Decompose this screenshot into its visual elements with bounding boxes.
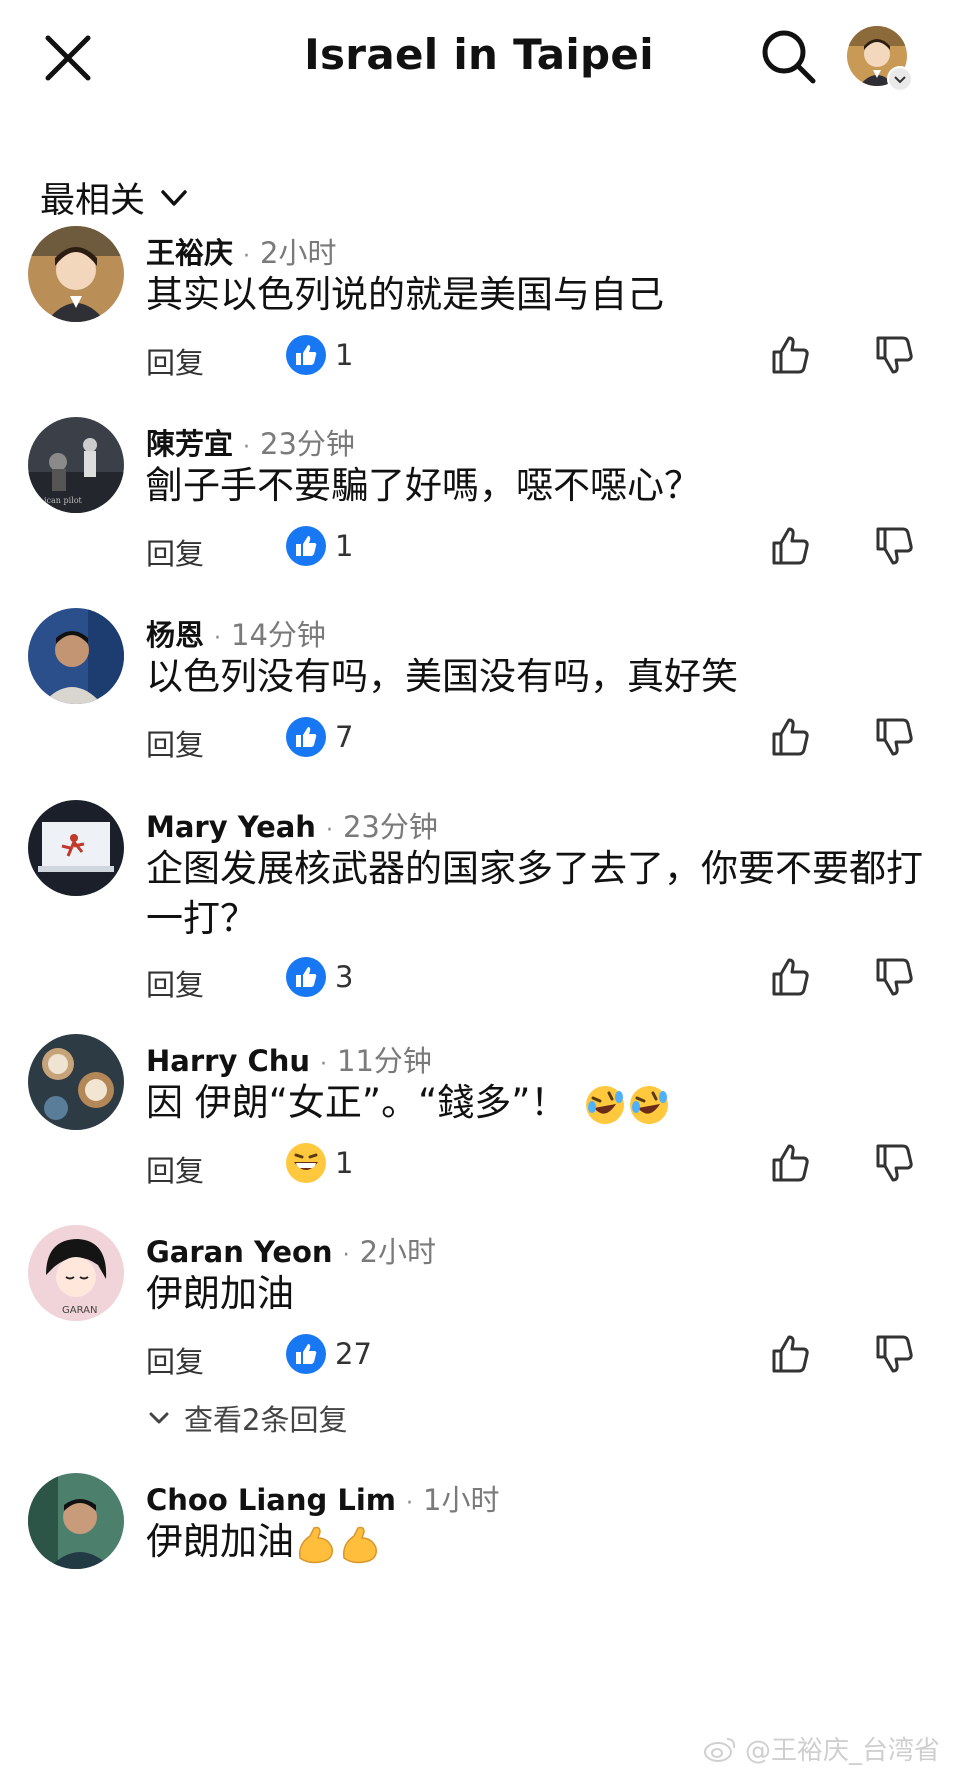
like-reaction-icon [286,717,326,757]
like-reaction-icon [286,335,326,375]
reaction-summary[interactable]: 7 [285,716,353,758]
comment-time: 14分钟 [231,618,326,652]
thumbs-down-icon[interactable] [870,1329,920,1379]
top-bar: Israel in Taipei [0,0,958,120]
thumbs-down-icon[interactable] [870,1138,920,1188]
avatar[interactable] [28,1034,124,1130]
like-reaction-icon [286,957,326,997]
thumbs-up-icon[interactable] [766,521,816,571]
thumbs-up-icon[interactable] [766,1329,816,1379]
comment-text: 其实以色列说的就是美国与自己 [146,273,664,316]
avatar[interactable] [28,226,124,322]
thumbs-up-icon[interactable] [766,330,816,380]
comment-actions: 回复 1 [0,525,958,577]
reaction-count: 7 [335,720,354,754]
reaction-summary[interactable]: 1 [285,525,353,567]
comment-text: 伊朗加油 [146,1272,294,1315]
comment-header: 王裕庆 · 2小时 [146,230,336,272]
laughing-emoji-icon [586,1085,625,1124]
comment-header: 杨恩 · 14分钟 [146,612,326,654]
flexed-biceps-icon [298,1526,333,1563]
comment-author[interactable]: 王裕庆 [146,230,233,272]
comment-author[interactable]: 陳芳宜 [146,421,233,463]
reaction-count: 1 [335,338,354,372]
sort-label: 最相关 [40,181,146,221]
avatar[interactable] [28,1473,124,1569]
comment-actions: 回复 7 [0,716,958,768]
svg-text:ican pilot: ican pilot [44,496,83,505]
comment-header: 陳芳宜 · 23分钟 [146,421,355,463]
comment-time: 23分钟 [342,810,438,844]
comment-author[interactable]: Choo Liang Lim [146,1483,396,1517]
view-replies-label: 查看2条回复 [184,1403,348,1437]
chevron-down-icon [161,189,187,206]
reaction-summary[interactable]: 1 [285,1142,353,1184]
thumbs-up-icon[interactable] [766,1138,816,1188]
sort-dropdown[interactable]: 最相关 [40,172,191,223]
reaction-summary[interactable]: 3 [285,956,353,998]
comment-header: Choo Liang Lim · 1小时 [146,1477,499,1519]
reply-button[interactable]: 回复 [146,1339,204,1381]
comment-header: Mary Yeah · 23分钟 [146,804,438,846]
like-reaction-icon [286,526,326,566]
thumbs-down-icon[interactable] [870,330,920,380]
comment-time: 2小时 [359,1235,437,1269]
thumbs-up-icon[interactable] [766,952,816,1002]
reaction-count: 1 [335,529,354,563]
comment-time: 2小时 [260,236,337,270]
comment-header: Garan Yeon · 2小时 [146,1229,436,1271]
comment-time: 23分钟 [260,427,355,461]
reply-button[interactable]: 回复 [146,340,204,382]
search-icon[interactable] [758,26,820,88]
thumbs-down-icon[interactable] [870,952,920,1002]
comment-actions: 回复 27 [0,1333,958,1385]
like-reaction-icon [286,1334,326,1374]
avatar[interactable] [28,800,124,896]
comment-author[interactable]: Garan Yeon [146,1235,333,1269]
reaction-count: 1 [335,1146,354,1180]
comment-actions: 回复 3 [0,956,958,1008]
comment-header: Harry Chu · 11分钟 [146,1038,432,1080]
weibo-logo-icon [703,1737,736,1762]
thumbs-up-icon[interactable] [766,712,816,762]
svg-text:GARAN: GARAN [62,1305,97,1316]
comment-text: 劊子手不要騙了好嗎，噁不噁心？ [146,464,701,507]
laughing-emoji-icon [630,1085,669,1124]
comment-author[interactable]: 杨恩 [146,612,204,654]
thumbs-down-icon[interactable] [870,521,920,571]
reaction-summary[interactable]: 1 [285,334,353,376]
avatar[interactable]: GARAN [28,1225,124,1321]
reply-button[interactable]: 回复 [146,962,204,1004]
avatar[interactable]: ican pilot [28,417,124,513]
comment-text: 以色列没有吗，美国没有吗，真好笑 [146,655,738,698]
comment-actions: 回复 1 [0,334,958,386]
comment-actions: 回复 1 [0,1142,958,1194]
view-replies-link[interactable]: 查看2条回复 [146,1397,347,1439]
comment-time: 1小时 [423,1483,500,1517]
comment-text: 因 伊朗“女正”。“錢多”！ [146,1078,936,1128]
avatar[interactable] [28,608,124,704]
watermark: @王裕庆_台湾省 [703,1730,940,1767]
comment-author[interactable]: Harry Chu [146,1044,310,1078]
comment-author[interactable]: Mary Yeah [146,810,316,844]
comment-time: 11分钟 [337,1044,432,1078]
reply-button[interactable]: 回复 [146,722,204,764]
comment-text: 伊朗加油 [146,1517,936,1567]
chevron-down-icon[interactable] [887,66,913,92]
haha-reaction-icon [286,1143,326,1183]
reply-button[interactable]: 回复 [146,531,204,573]
chevron-down-icon [149,1412,169,1424]
reaction-count: 27 [335,1337,372,1371]
flexed-biceps-icon [342,1526,377,1563]
reaction-summary[interactable]: 27 [285,1333,372,1375]
comment-text: 企图发展核武器的国家多了去了，你要不要都打一打？ [146,847,923,940]
reaction-count: 3 [335,960,354,994]
watermark-text: @王裕庆_台湾省 [744,1736,940,1766]
thumbs-down-icon[interactable] [870,712,920,762]
reply-button[interactable]: 回复 [146,1148,204,1190]
